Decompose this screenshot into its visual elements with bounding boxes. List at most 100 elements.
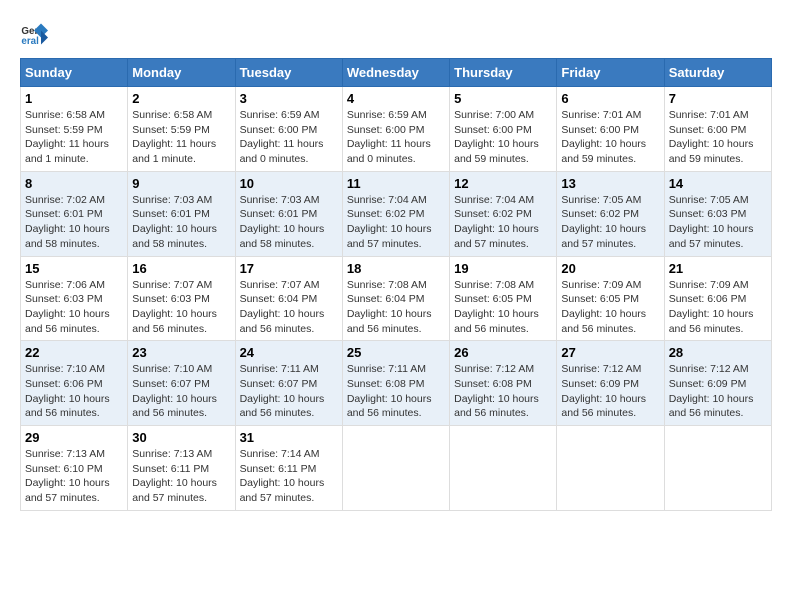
calendar-cell: 24 Sunrise: 7:11 AM Sunset: 6:07 PM Dayl… [235, 341, 342, 426]
calendar-cell: 12 Sunrise: 7:04 AM Sunset: 6:02 PM Dayl… [450, 171, 557, 256]
svg-text:eral: eral [21, 36, 39, 47]
calendar-cell: 26 Sunrise: 7:12 AM Sunset: 6:08 PM Dayl… [450, 341, 557, 426]
day-info: Sunrise: 7:06 AM Sunset: 6:03 PM Dayligh… [25, 278, 123, 337]
day-number: 3 [240, 91, 338, 106]
day-info: Sunrise: 7:04 AM Sunset: 6:02 PM Dayligh… [347, 193, 445, 252]
calendar-cell: 4 Sunrise: 6:59 AM Sunset: 6:00 PM Dayli… [342, 87, 449, 172]
day-number: 7 [669, 91, 767, 106]
day-info: Sunrise: 7:12 AM Sunset: 6:08 PM Dayligh… [454, 362, 552, 421]
day-number: 28 [669, 345, 767, 360]
logo: Gen eral [20, 20, 52, 48]
calendar-cell: 11 Sunrise: 7:04 AM Sunset: 6:02 PM Dayl… [342, 171, 449, 256]
weekday-header-row: SundayMondayTuesdayWednesdayThursdayFrid… [21, 59, 772, 87]
day-number: 24 [240, 345, 338, 360]
day-info: Sunrise: 7:03 AM Sunset: 6:01 PM Dayligh… [132, 193, 230, 252]
calendar-cell: 3 Sunrise: 6:59 AM Sunset: 6:00 PM Dayli… [235, 87, 342, 172]
day-info: Sunrise: 7:11 AM Sunset: 6:07 PM Dayligh… [240, 362, 338, 421]
day-info: Sunrise: 7:11 AM Sunset: 6:08 PM Dayligh… [347, 362, 445, 421]
day-number: 21 [669, 261, 767, 276]
day-info: Sunrise: 7:05 AM Sunset: 6:03 PM Dayligh… [669, 193, 767, 252]
day-number: 4 [347, 91, 445, 106]
day-info: Sunrise: 7:10 AM Sunset: 6:06 PM Dayligh… [25, 362, 123, 421]
day-number: 23 [132, 345, 230, 360]
calendar-cell [450, 426, 557, 511]
page-header: Gen eral [20, 20, 772, 48]
day-number: 9 [132, 176, 230, 191]
day-number: 2 [132, 91, 230, 106]
calendar-cell: 22 Sunrise: 7:10 AM Sunset: 6:06 PM Dayl… [21, 341, 128, 426]
day-info: Sunrise: 6:58 AM Sunset: 5:59 PM Dayligh… [132, 108, 230, 167]
weekday-header-saturday: Saturday [664, 59, 771, 87]
calendar-cell [557, 426, 664, 511]
day-number: 27 [561, 345, 659, 360]
day-info: Sunrise: 7:04 AM Sunset: 6:02 PM Dayligh… [454, 193, 552, 252]
week-row: 15 Sunrise: 7:06 AM Sunset: 6:03 PM Dayl… [21, 256, 772, 341]
day-info: Sunrise: 7:12 AM Sunset: 6:09 PM Dayligh… [561, 362, 659, 421]
day-info: Sunrise: 7:09 AM Sunset: 6:06 PM Dayligh… [669, 278, 767, 337]
calendar-cell: 6 Sunrise: 7:01 AM Sunset: 6:00 PM Dayli… [557, 87, 664, 172]
day-number: 5 [454, 91, 552, 106]
day-number: 11 [347, 176, 445, 191]
calendar-cell: 21 Sunrise: 7:09 AM Sunset: 6:06 PM Dayl… [664, 256, 771, 341]
day-info: Sunrise: 7:13 AM Sunset: 6:10 PM Dayligh… [25, 447, 123, 506]
calendar-cell: 30 Sunrise: 7:13 AM Sunset: 6:11 PM Dayl… [128, 426, 235, 511]
calendar-cell: 15 Sunrise: 7:06 AM Sunset: 6:03 PM Dayl… [21, 256, 128, 341]
week-row: 29 Sunrise: 7:13 AM Sunset: 6:10 PM Dayl… [21, 426, 772, 511]
calendar-cell: 18 Sunrise: 7:08 AM Sunset: 6:04 PM Dayl… [342, 256, 449, 341]
day-number: 18 [347, 261, 445, 276]
day-number: 30 [132, 430, 230, 445]
day-info: Sunrise: 7:09 AM Sunset: 6:05 PM Dayligh… [561, 278, 659, 337]
day-info: Sunrise: 7:12 AM Sunset: 6:09 PM Dayligh… [669, 362, 767, 421]
day-info: Sunrise: 7:14 AM Sunset: 6:11 PM Dayligh… [240, 447, 338, 506]
weekday-header-friday: Friday [557, 59, 664, 87]
day-info: Sunrise: 7:01 AM Sunset: 6:00 PM Dayligh… [669, 108, 767, 167]
day-info: Sunrise: 7:07 AM Sunset: 6:04 PM Dayligh… [240, 278, 338, 337]
day-info: Sunrise: 7:03 AM Sunset: 6:01 PM Dayligh… [240, 193, 338, 252]
calendar-cell: 19 Sunrise: 7:08 AM Sunset: 6:05 PM Dayl… [450, 256, 557, 341]
logo-icon: Gen eral [20, 20, 48, 48]
day-number: 8 [25, 176, 123, 191]
calendar-table: SundayMondayTuesdayWednesdayThursdayFrid… [20, 58, 772, 511]
day-number: 19 [454, 261, 552, 276]
calendar-cell: 23 Sunrise: 7:10 AM Sunset: 6:07 PM Dayl… [128, 341, 235, 426]
calendar-cell: 16 Sunrise: 7:07 AM Sunset: 6:03 PM Dayl… [128, 256, 235, 341]
day-number: 13 [561, 176, 659, 191]
day-number: 22 [25, 345, 123, 360]
calendar-cell: 9 Sunrise: 7:03 AM Sunset: 6:01 PM Dayli… [128, 171, 235, 256]
day-info: Sunrise: 7:13 AM Sunset: 6:11 PM Dayligh… [132, 447, 230, 506]
week-row: 1 Sunrise: 6:58 AM Sunset: 5:59 PM Dayli… [21, 87, 772, 172]
calendar-cell: 14 Sunrise: 7:05 AM Sunset: 6:03 PM Dayl… [664, 171, 771, 256]
calendar-cell: 13 Sunrise: 7:05 AM Sunset: 6:02 PM Dayl… [557, 171, 664, 256]
day-info: Sunrise: 7:05 AM Sunset: 6:02 PM Dayligh… [561, 193, 659, 252]
day-number: 25 [347, 345, 445, 360]
day-info: Sunrise: 7:08 AM Sunset: 6:04 PM Dayligh… [347, 278, 445, 337]
day-info: Sunrise: 7:08 AM Sunset: 6:05 PM Dayligh… [454, 278, 552, 337]
day-number: 14 [669, 176, 767, 191]
calendar-cell: 10 Sunrise: 7:03 AM Sunset: 6:01 PM Dayl… [235, 171, 342, 256]
calendar-cell: 7 Sunrise: 7:01 AM Sunset: 6:00 PM Dayli… [664, 87, 771, 172]
day-number: 10 [240, 176, 338, 191]
calendar-cell: 2 Sunrise: 6:58 AM Sunset: 5:59 PM Dayli… [128, 87, 235, 172]
weekday-header-thursday: Thursday [450, 59, 557, 87]
calendar-cell: 31 Sunrise: 7:14 AM Sunset: 6:11 PM Dayl… [235, 426, 342, 511]
day-number: 26 [454, 345, 552, 360]
calendar-cell [342, 426, 449, 511]
calendar-cell: 20 Sunrise: 7:09 AM Sunset: 6:05 PM Dayl… [557, 256, 664, 341]
day-number: 29 [25, 430, 123, 445]
day-number: 6 [561, 91, 659, 106]
day-number: 15 [25, 261, 123, 276]
day-number: 31 [240, 430, 338, 445]
calendar-cell: 27 Sunrise: 7:12 AM Sunset: 6:09 PM Dayl… [557, 341, 664, 426]
calendar-cell: 1 Sunrise: 6:58 AM Sunset: 5:59 PM Dayli… [21, 87, 128, 172]
weekday-header-wednesday: Wednesday [342, 59, 449, 87]
calendar-cell: 25 Sunrise: 7:11 AM Sunset: 6:08 PM Dayl… [342, 341, 449, 426]
week-row: 22 Sunrise: 7:10 AM Sunset: 6:06 PM Dayl… [21, 341, 772, 426]
weekday-header-sunday: Sunday [21, 59, 128, 87]
day-info: Sunrise: 6:59 AM Sunset: 6:00 PM Dayligh… [347, 108, 445, 167]
day-number: 20 [561, 261, 659, 276]
day-number: 1 [25, 91, 123, 106]
day-info: Sunrise: 7:07 AM Sunset: 6:03 PM Dayligh… [132, 278, 230, 337]
calendar-cell: 8 Sunrise: 7:02 AM Sunset: 6:01 PM Dayli… [21, 171, 128, 256]
calendar-cell: 17 Sunrise: 7:07 AM Sunset: 6:04 PM Dayl… [235, 256, 342, 341]
calendar-cell: 5 Sunrise: 7:00 AM Sunset: 6:00 PM Dayli… [450, 87, 557, 172]
